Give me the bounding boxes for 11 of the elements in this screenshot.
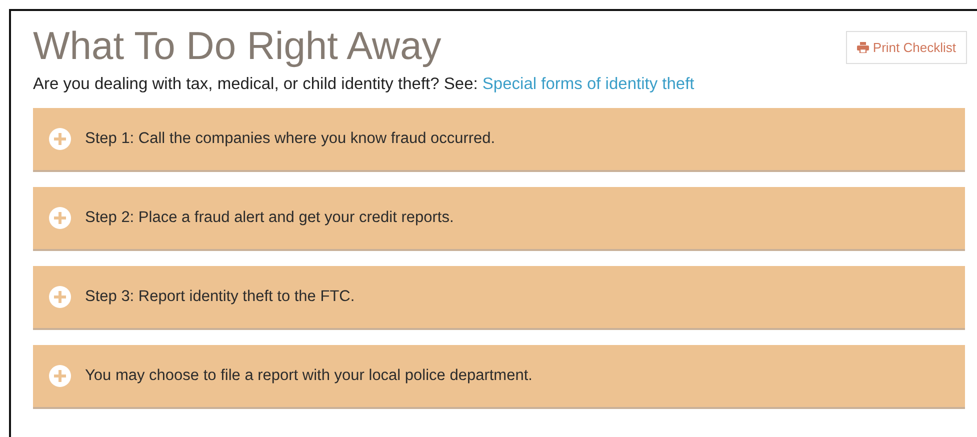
intro-text: Are you dealing with tax, medical, or child identity theft? See: Special forms of identity theft [33,75,696,94]
step-accordion[interactable]: You may choose to file a report with your local police department. [33,345,965,409]
printer-icon [856,42,869,53]
plus-icon [49,365,71,387]
step-accordion[interactable]: Step 3: Report identity theft to the FTC. [33,266,965,330]
plus-icon [49,207,71,229]
step-accordion[interactable]: Step 1: Call the companies where you know fraud occurred. [33,108,965,172]
plus-icon [49,128,71,150]
plus-icon [49,286,71,308]
step-accordion[interactable]: Step 2: Place a fraud alert and get your credit reports. [33,187,965,251]
page-title: What To Do Right Away [33,24,442,70]
